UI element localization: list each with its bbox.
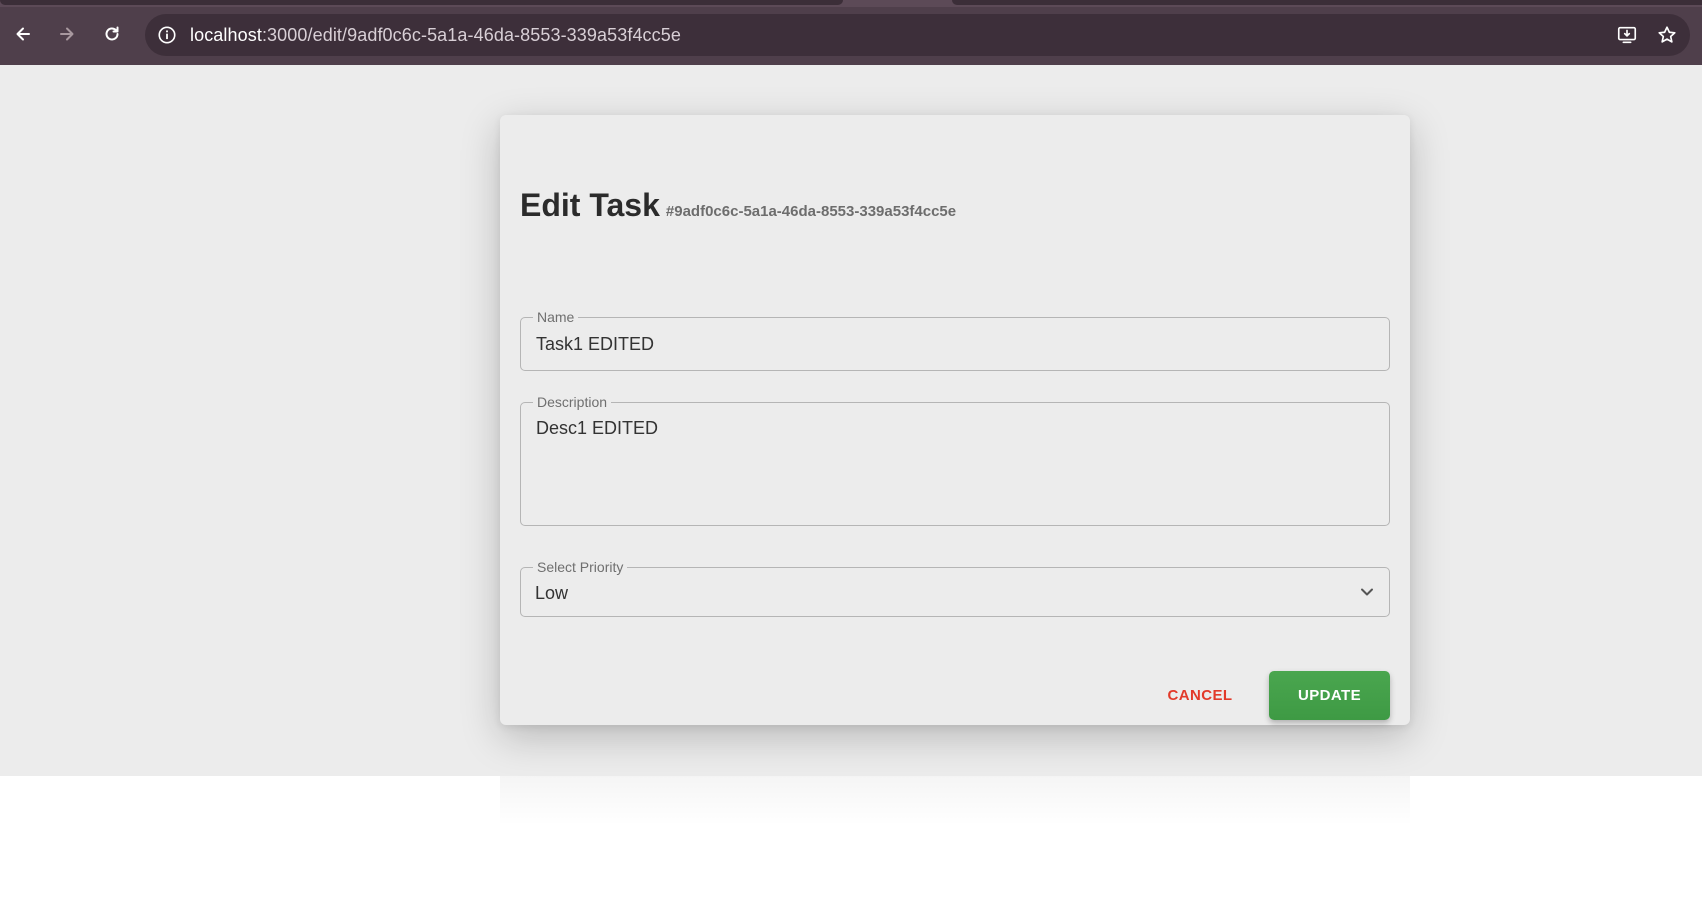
url-text[interactable]: localhost:3000/edit/9adf0c6c-5a1a-46da-8… [190, 25, 681, 46]
description-label: Description [533, 393, 612, 411]
edit-task-card: Edit Task #9adf0c6c-5a1a-46da-8553-339a5… [500, 115, 1410, 725]
forward-button[interactable] [51, 18, 83, 50]
arrow-right-icon [60, 27, 74, 41]
install-app-icon[interactable] [1615, 23, 1639, 47]
url-host: localhost [190, 24, 262, 45]
description-textarea[interactable]: Desc1 EDITED [536, 418, 658, 439]
arrow-left-icon [16, 27, 30, 41]
title-row: Edit Task #9adf0c6c-5a1a-46da-8553-339a5… [520, 187, 956, 224]
name-field[interactable]: Name Task1 EDITED [520, 308, 1390, 371]
update-button[interactable]: UPDATE [1269, 671, 1390, 720]
description-field[interactable]: Description Desc1 EDITED [520, 393, 1390, 526]
cancel-button[interactable]: CANCEL [1150, 671, 1250, 719]
name-label: Name [533, 308, 579, 326]
tab-right[interactable] [952, 0, 1702, 5]
page-title: Edit Task [520, 187, 660, 223]
page-content: Edit Task #9adf0c6c-5a1a-46da-8553-339a5… [0, 65, 1702, 776]
name-input[interactable]: Task1 EDITED [536, 334, 654, 355]
tab-left[interactable] [0, 0, 843, 5]
back-button[interactable] [7, 18, 39, 50]
browser-toolbar: localhost:3000/edit/9adf0c6c-5a1a-46da-8… [0, 0, 1702, 65]
priority-label: Select Priority [533, 558, 628, 576]
card-shadow [500, 776, 1410, 826]
reload-button[interactable] [96, 18, 128, 50]
tab-strip [0, 0, 1702, 7]
address-bar[interactable]: localhost:3000/edit/9adf0c6c-5a1a-46da-8… [145, 14, 1690, 56]
priority-select[interactable]: Select Priority Low [520, 558, 1390, 617]
task-id: #9adf0c6c-5a1a-46da-8553-339a53f4cc5e [665, 203, 957, 220]
url-path: :3000/edit/9adf0c6c-5a1a-46da-8553-339a5… [261, 24, 681, 45]
chevron-down-icon[interactable] [1357, 582, 1377, 602]
info-icon[interactable] [156, 24, 178, 46]
reload-icon [105, 26, 119, 41]
priority-value: Low [535, 583, 569, 603]
star-icon[interactable] [1655, 23, 1679, 47]
